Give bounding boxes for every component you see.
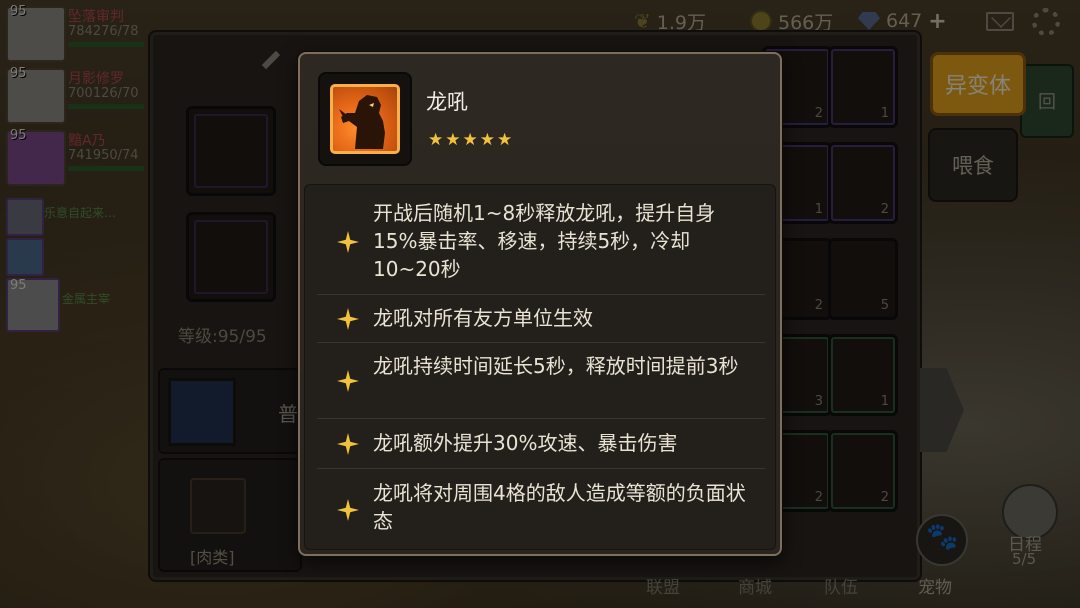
skill-effect-text: 龙吼额外提升30%攻速、暴击伤害 — [373, 431, 678, 455]
skill-effect-row: 龙吼额外提升30%攻速、暴击伤害 — [317, 419, 765, 469]
skill-effect-text: 龙吼将对周围4格的敌人造成等额的负面状态 — [373, 481, 746, 533]
skill-effect-text: 龙吼持续时间延长5秒，释放时间提前3秒 — [373, 354, 739, 378]
dragon-roar-icon — [330, 84, 400, 154]
skill-effect-list: 开战后随机1~8秒释放龙吼，提升自身15%暴击率、移速，持续5秒，冷却10~20… — [304, 184, 776, 550]
skill-effect-text: 龙吼对所有友方单位生效 — [373, 306, 593, 330]
skill-title: 龙吼 — [426, 90, 468, 114]
skill-stars: ★★★★★ — [428, 130, 515, 150]
gold-sparkle-icon — [337, 433, 359, 455]
skill-effect-row: 龙吼对所有友方单位生效 — [317, 295, 765, 343]
skill-tooltip: 龙吼 ★★★★★ 开战后随机1~8秒释放龙吼，提升自身15%暴击率、移速，持续5… — [298, 52, 782, 556]
skill-icon-frame — [318, 72, 412, 166]
gold-sparkle-icon — [337, 499, 359, 521]
gold-sparkle-icon — [337, 231, 359, 253]
gold-sparkle-icon — [337, 370, 359, 392]
skill-effect-row: 龙吼将对周围4格的敌人造成等额的负面状态 — [317, 469, 765, 549]
skill-effect-row: 龙吼持续时间延长5秒，释放时间提前3秒 — [317, 343, 765, 419]
skill-effect-row: 开战后随机1~8秒释放龙吼，提升自身15%暴击率、移速，持续5秒，冷却10~20… — [317, 185, 765, 295]
skill-effect-text: 开战后随机1~8秒释放龙吼，提升自身15%暴击率、移速，持续5秒，冷却10~20… — [373, 201, 716, 281]
gold-sparkle-icon — [337, 308, 359, 330]
